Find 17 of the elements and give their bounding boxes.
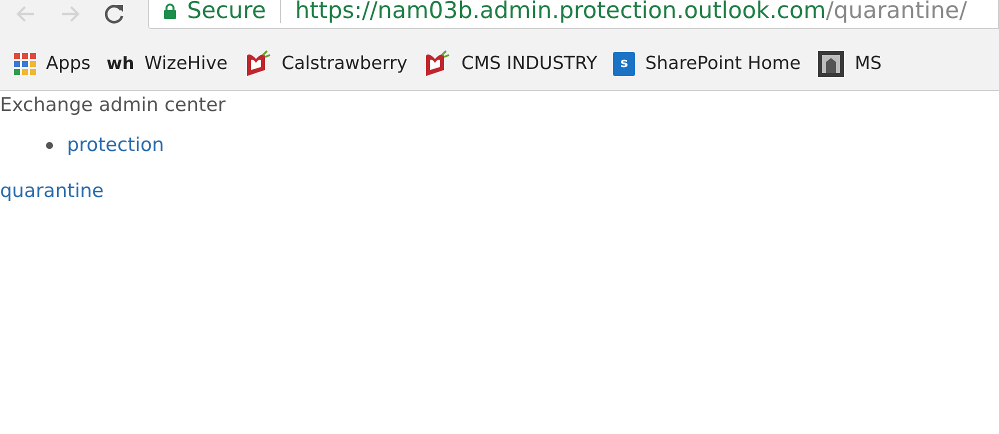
logo-icon: s [613,52,636,76]
bookmark-link[interactable]: Calstrawberry [282,53,408,74]
nav-link[interactable]: protection [67,134,164,156]
security-label: Secure [187,0,282,23]
bookmark-link[interactable]: Apps [46,53,91,74]
grid-icon [14,52,36,74]
bookmark-link[interactable]: MS [854,53,882,74]
lock-icon [163,3,177,19]
bookmark-link[interactable]: WizeHive [144,53,228,74]
bookmark-link[interactable]: CMS INDUSTRY [461,53,598,74]
bookmark-link[interactable]: SharePoint Home [645,53,801,74]
quarantine-link[interactable]: quarantine [0,180,104,202]
page-title: Exchange admin center [0,94,227,116]
bullet-icon [46,142,53,148]
address-bar[interactable]: Secure https://nam03b.admin.protection.outlook.com/quarantine/ [148,0,999,29]
url-text: https://nam03b.admin.protection.outlook.com/quarantine/ [295,0,967,24]
logo-icon: wh [106,54,134,74]
